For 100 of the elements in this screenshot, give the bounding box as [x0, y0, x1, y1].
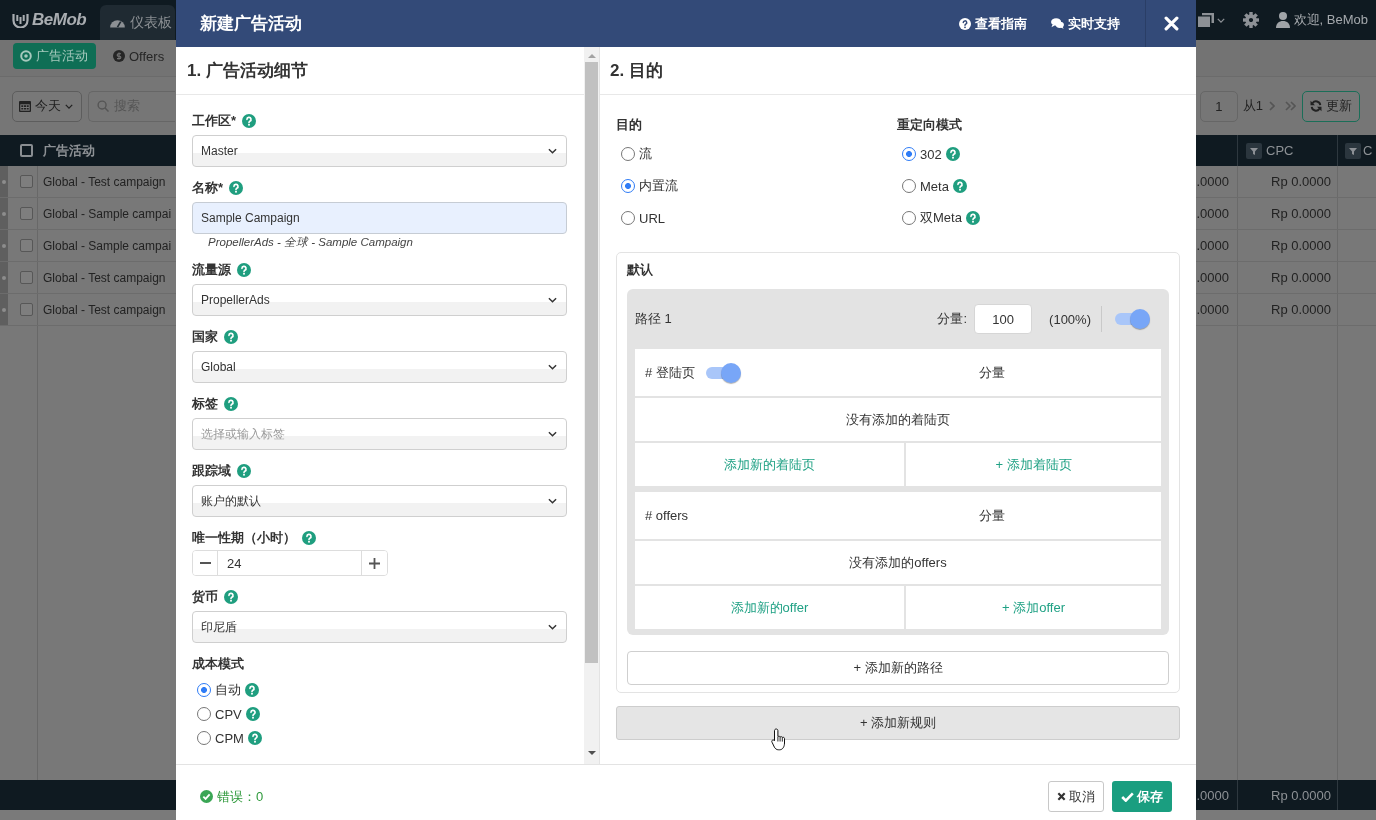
radio-label[interactable]: 302 — [920, 146, 942, 162]
plus-icon — [369, 557, 380, 569]
modal-title: 新建广告活动 — [200, 13, 302, 35]
drag-handle-icon[interactable] — [2, 179, 6, 184]
column-header[interactable]: C — [1363, 143, 1373, 158]
campaign-name: Global - Sample campai — [43, 238, 172, 253]
select-field[interactable]: Master — [192, 135, 567, 167]
radio-button[interactable] — [197, 683, 211, 697]
campaign-name: Global - Test campaign — [43, 270, 166, 285]
select-field[interactable]: Global — [192, 351, 567, 383]
column-header[interactable]: 广告活动 — [43, 141, 95, 160]
radio-button[interactable] — [902, 211, 916, 225]
field-label: 工作区* — [192, 112, 237, 130]
date-range-button[interactable]: 今天 — [12, 90, 82, 122]
radio-button[interactable] — [902, 147, 916, 161]
cancel-button[interactable]: 取消 — [1048, 781, 1104, 812]
settings-icon[interactable] — [1242, 12, 1259, 28]
section-title: # offers — [645, 508, 689, 523]
checkbox[interactable] — [20, 239, 33, 252]
total-value: .0000 — [1196, 787, 1229, 803]
add-path-button[interactable]: + 添加新的路径 — [627, 651, 1169, 685]
weight-field[interactable]: 100 — [974, 304, 1033, 334]
path-title: 路径 1 — [635, 310, 672, 328]
windows-icon[interactable] — [1197, 13, 1214, 27]
radio-label[interactable]: CPM — [215, 730, 244, 746]
radio-button[interactable] — [902, 179, 916, 193]
close-icon — [1057, 792, 1066, 801]
gauge-icon — [110, 17, 125, 28]
select-field[interactable]: 账户的默认 — [192, 485, 567, 517]
radio-label[interactable]: 自动 — [215, 681, 241, 699]
calendar-icon — [19, 100, 31, 112]
amount-value: .0000 — [1196, 238, 1229, 253]
filter-icon[interactable] — [1345, 142, 1361, 159]
chevron-down-icon — [548, 498, 557, 504]
number-field[interactable]: 24 — [218, 551, 361, 575]
campaign-name: Global - Sample campai — [43, 206, 172, 221]
select-field[interactable]: PropellerAds — [192, 284, 567, 316]
field-label: 唯一性期（小时） — [192, 529, 296, 547]
radio-button[interactable] — [621, 147, 635, 161]
drag-handle-icon[interactable] — [2, 243, 6, 248]
amount-value: .0000 — [1196, 270, 1229, 285]
radio-label[interactable]: CPV — [215, 706, 242, 722]
panel-title: 默认 — [627, 262, 653, 277]
text-field[interactable]: Sample Campaign — [192, 202, 567, 234]
target-icon — [20, 50, 32, 62]
scroll-up-icon[interactable] — [587, 54, 596, 58]
increment-button[interactable] — [361, 551, 387, 575]
nav-tab[interactable]: 仪表板 — [100, 5, 175, 40]
scroll-down-icon[interactable] — [587, 751, 596, 755]
radio-button[interactable] — [621, 179, 635, 193]
amount-value: .0000 — [1196, 174, 1229, 189]
radio-button[interactable] — [197, 707, 211, 721]
amount-value: Rp 0.0000 — [1271, 302, 1331, 317]
radio-label[interactable]: 内置流 — [639, 177, 678, 195]
chevron-down-icon — [548, 148, 557, 154]
header-link[interactable]: 实时支持 — [1051, 14, 1120, 33]
scrollbar-thumb[interactable] — [585, 62, 598, 663]
drag-handle-icon[interactable] — [2, 275, 6, 280]
error-status: 错误：0 — [217, 787, 264, 806]
radio-label[interactable]: 双Meta — [920, 209, 962, 227]
checkbox[interactable] — [20, 271, 33, 284]
drag-handle-icon[interactable] — [2, 307, 6, 312]
toggle-switch[interactable] — [704, 362, 741, 383]
page-field[interactable]: 1 — [1199, 90, 1238, 122]
group-label: 目的 — [616, 117, 642, 132]
checkbox[interactable] — [20, 175, 33, 188]
field-hint: PropellerAds - 全球 - Sample Campaign — [208, 236, 413, 248]
checkbox[interactable] — [20, 207, 33, 220]
column-header[interactable]: CPC — [1266, 143, 1294, 158]
header-link[interactable]: 查看指南 — [959, 14, 1027, 33]
decrement-button[interactable] — [193, 551, 218, 575]
radio-label[interactable]: 流 — [639, 145, 652, 163]
select-field[interactable]: 印尼盾 — [192, 611, 567, 643]
close-icon — [1163, 16, 1179, 31]
caret-icon — [1216, 17, 1225, 23]
drag-handle-icon[interactable] — [2, 211, 6, 216]
amount-value: Rp 0.0000 — [1271, 238, 1331, 253]
subnav-tab[interactable]: 广告活动 — [13, 43, 96, 69]
checkbox[interactable] — [20, 303, 33, 316]
weight-label: 分量 — [979, 506, 1005, 525]
filter-icon[interactable] — [1246, 142, 1262, 159]
toggle-switch[interactable] — [1114, 309, 1150, 329]
checkbox[interactable] — [20, 144, 33, 157]
check-icon — [1121, 791, 1134, 802]
weight-label: 分量: — [937, 310, 968, 328]
user-greeting[interactable]: 欢迎, BeMob — [1293, 11, 1368, 29]
radio-label[interactable]: Meta — [920, 178, 949, 194]
refresh-button[interactable]: 更新 — [1302, 90, 1360, 122]
section-title: # 登陆页 — [645, 363, 695, 382]
add-rule-button[interactable]: + 添加新规则 — [616, 706, 1180, 740]
total-value: Rp 0.0000 — [1271, 787, 1331, 803]
radio-label[interactable]: URL — [639, 210, 665, 226]
help-icon — [959, 17, 971, 30]
chevron-down-icon — [548, 431, 557, 437]
field-label: 流量源 — [192, 261, 231, 279]
radio-button[interactable] — [197, 731, 211, 745]
radio-button[interactable] — [621, 211, 635, 225]
campaign-name: Global - Test campaign — [43, 302, 166, 317]
section-heading: 1. 广告活动细节 — [187, 60, 308, 82]
section-heading: 2. 目的 — [610, 60, 663, 82]
